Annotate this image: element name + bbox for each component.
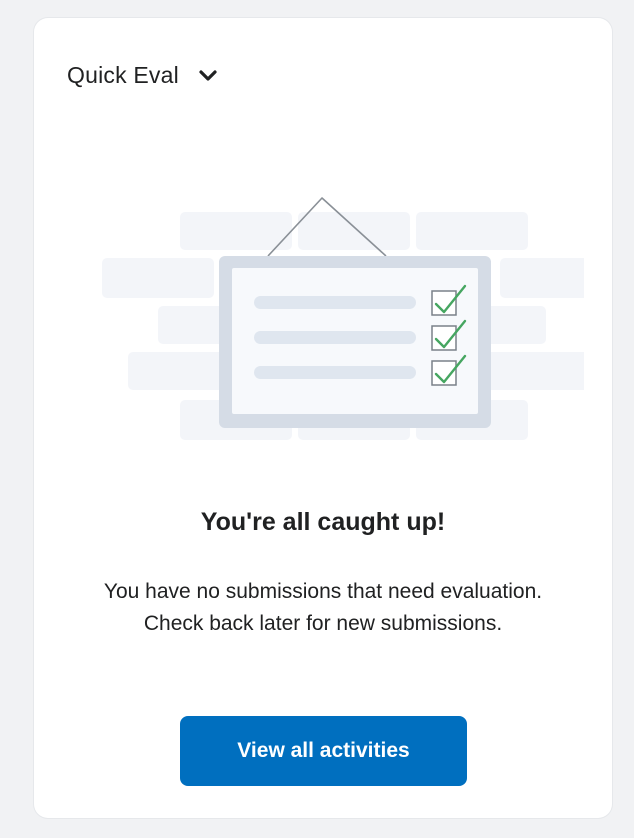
quick-eval-widget: Quick Eval You're all caught up! You hav… bbox=[34, 18, 612, 818]
chevron-down-icon[interactable] bbox=[197, 65, 219, 87]
view-all-activities-button[interactable]: View all activities bbox=[180, 716, 467, 786]
empty-state-message: You have no submissions that need evalua… bbox=[103, 580, 543, 635]
widget-title: Quick Eval bbox=[67, 62, 179, 88]
widget-header[interactable]: Quick Eval bbox=[67, 62, 219, 89]
hanging-checklist-board-icon bbox=[102, 197, 584, 440]
empty-state-heading: You're all caught up! bbox=[200, 508, 446, 536]
